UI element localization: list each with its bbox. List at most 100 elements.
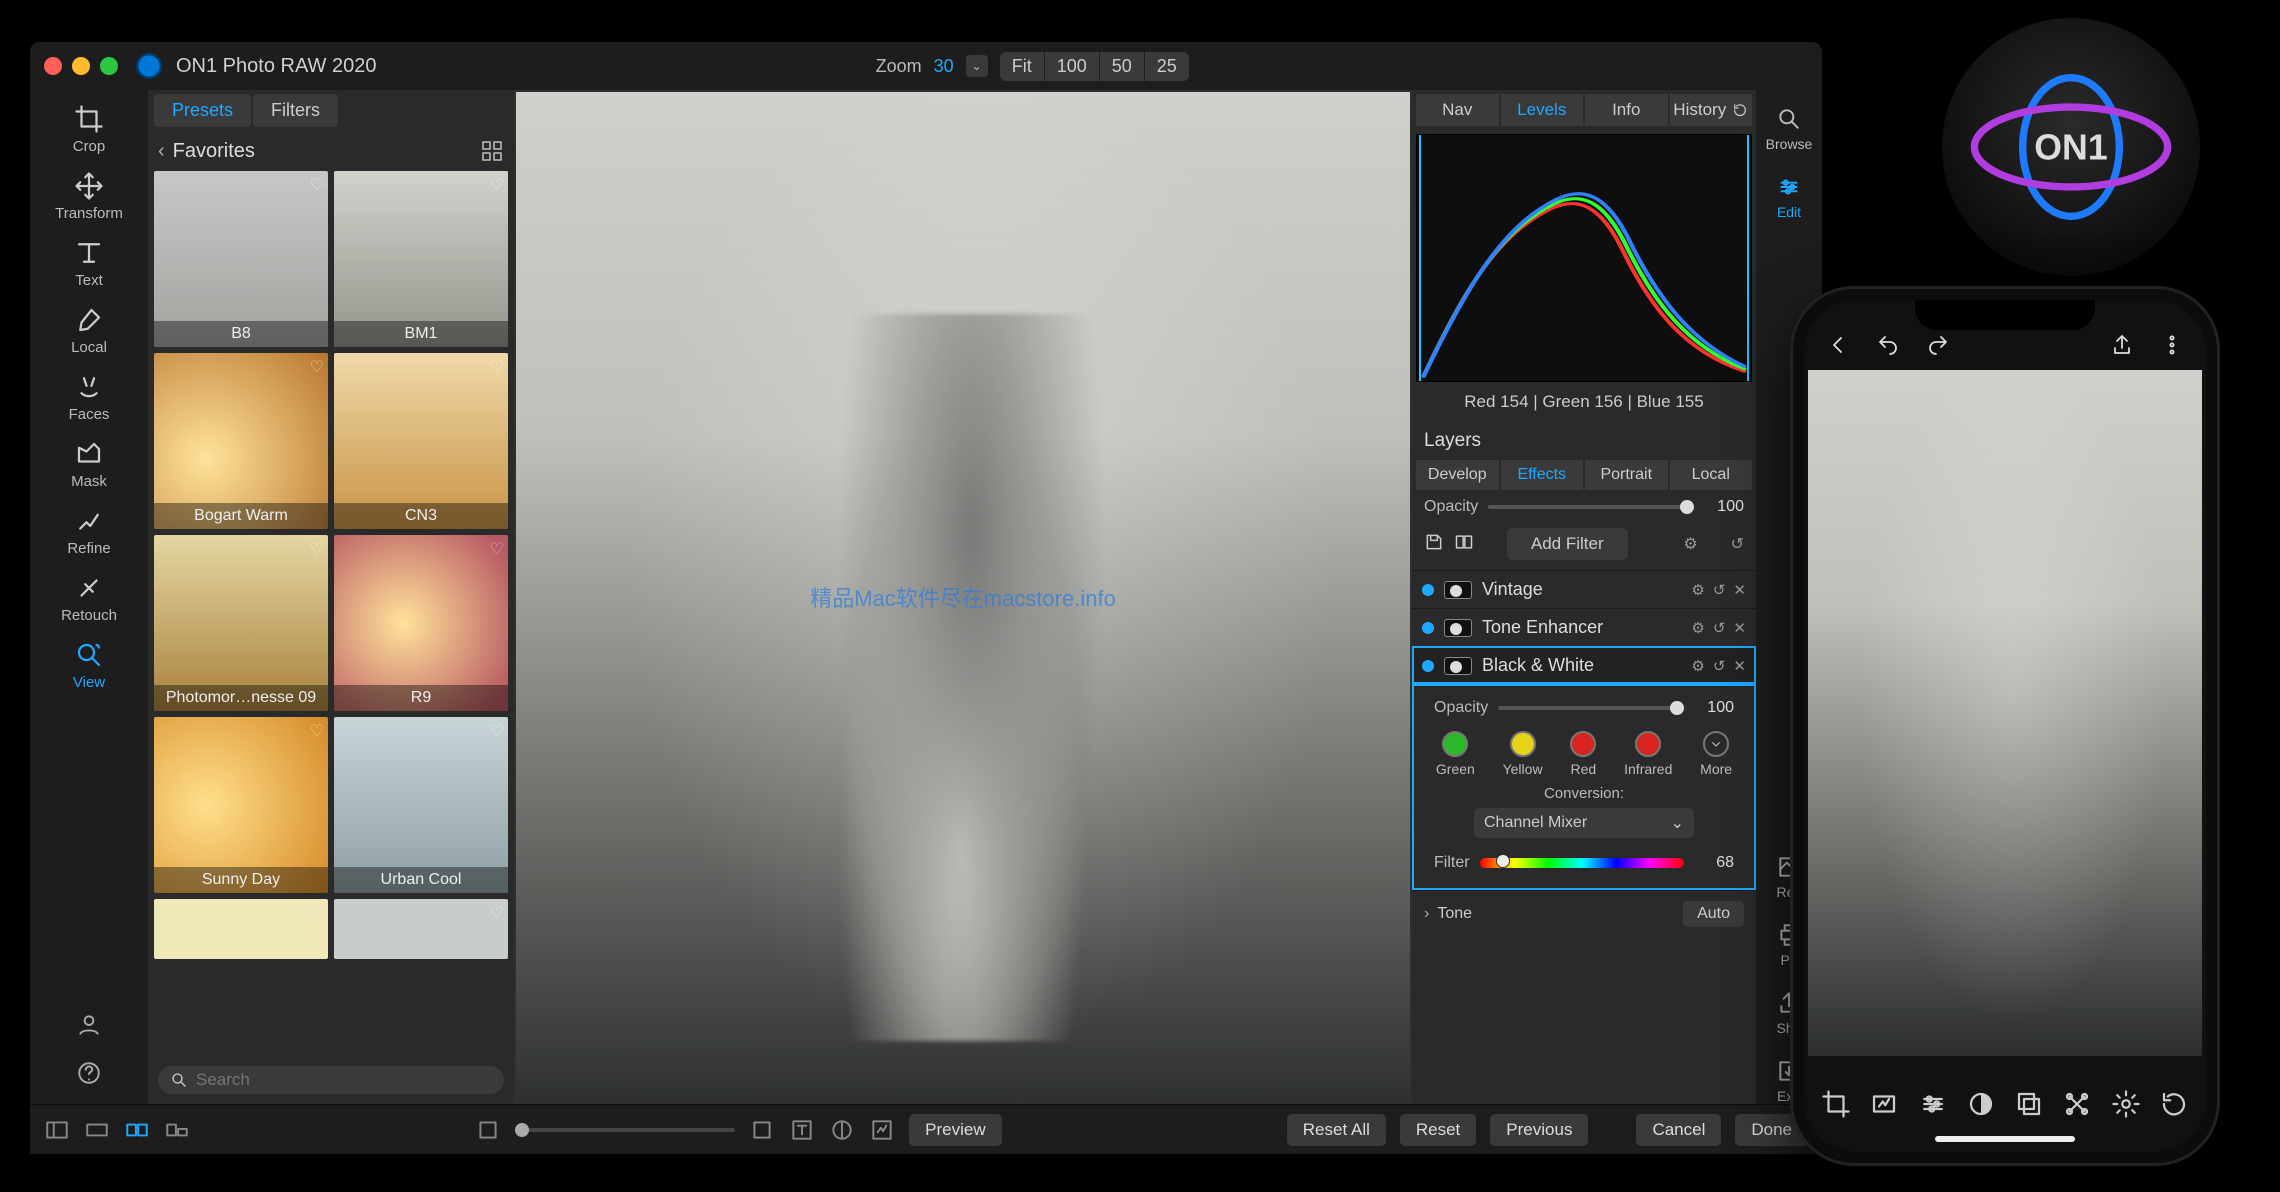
tab-develop[interactable]: Develop [1416,460,1499,490]
tone-auto-button[interactable]: Auto [1683,901,1744,927]
cancel-button[interactable]: Cancel [1636,1114,1721,1146]
heart-icon[interactable]: ♡ [310,539,324,559]
zoom-scrubber[interactable] [515,1128,735,1132]
compare-view-icon[interactable] [164,1120,190,1140]
gear-icon[interactable]: ⚙ [1683,534,1697,554]
tool-transform[interactable]: Transform [49,171,129,222]
heart-icon[interactable]: ♡ [490,903,504,923]
reset-all-button[interactable]: Reset All [1287,1114,1386,1146]
search-box[interactable] [158,1066,504,1094]
bw-yellow[interactable]: Yellow [1503,731,1543,777]
share-icon[interactable] [2110,333,2134,362]
preset-swatch-b[interactable]: ♡ [334,899,508,959]
tool-faces[interactable]: Faces [49,372,129,423]
search-input[interactable] [196,1070,492,1090]
tab-effects[interactable]: Effects [1501,460,1584,490]
zoom-fit[interactable]: Fit [1000,52,1044,81]
heart-icon[interactable]: ♡ [310,175,324,195]
zoom-50[interactable]: 50 [1100,52,1144,81]
preset-bogart-warm[interactable]: ♡Bogart Warm [154,353,328,529]
square-icon[interactable] [749,1120,775,1140]
soft-proof-icon[interactable] [869,1120,895,1140]
fit-icon[interactable] [475,1120,501,1140]
opacity-slider[interactable] [1488,505,1694,509]
close-icon[interactable] [44,57,62,75]
undo-icon[interactable] [1876,333,1900,362]
zoom-dropdown[interactable]: ⌄ [966,55,988,77]
mode-browse[interactable]: Browse [1766,106,1813,152]
gear-icon[interactable] [2111,1089,2141,1119]
auto-icon[interactable] [1869,1089,1899,1119]
mask-thumb-icon[interactable] [1444,619,1472,637]
tab-levels[interactable]: Levels [1501,94,1584,126]
reset-icon[interactable]: ↺ [1713,619,1726,637]
contrast-icon[interactable] [1966,1089,1996,1119]
preset-bm1[interactable]: ♡BM1 [334,171,508,347]
preset-cn3[interactable]: ♡CN3 [334,353,508,529]
close-icon[interactable]: ✕ [1733,581,1746,599]
tool-refine[interactable]: Refine [49,506,129,557]
home-indicator[interactable] [1935,1136,2075,1142]
revert-icon[interactable] [2159,1089,2189,1119]
crop-icon[interactable] [1821,1089,1851,1119]
conversion-dropdown[interactable]: Channel Mixer⌄ [1474,808,1694,838]
bw-green[interactable]: Green [1436,731,1475,777]
bw-red[interactable]: Red [1570,731,1596,777]
preview-button[interactable]: Preview [909,1114,1001,1146]
close-icon[interactable]: ✕ [1733,619,1746,637]
gear-icon[interactable]: ⚙ [1691,619,1704,637]
filter-vintage[interactable]: Vintage ⚙↺✕ [1412,570,1756,608]
tool-retouch[interactable]: Retouch [49,573,129,624]
redo-icon[interactable] [1926,333,1950,362]
reset-icon[interactable]: ↺ [1731,534,1744,554]
panel-left-icon[interactable] [44,1120,70,1140]
enable-dot-icon[interactable] [1422,660,1434,672]
heart-icon[interactable]: ♡ [490,721,504,741]
sliders-icon[interactable] [1918,1089,1948,1119]
heart-icon[interactable]: ♡ [310,903,324,923]
zoom-25[interactable]: 25 [1145,52,1189,81]
bw-more[interactable]: More [1700,731,1732,777]
tool-mask[interactable]: Mask [49,439,129,490]
ai-icon[interactable] [2062,1089,2092,1119]
type-icon[interactable] [789,1120,815,1140]
phone-image[interactable] [1808,370,2202,1056]
help-icon[interactable] [76,1060,102,1086]
back-icon[interactable]: ‹ [158,140,165,163]
enable-dot-icon[interactable] [1422,622,1434,634]
preset-b8[interactable]: ♡B8 [154,171,328,347]
tone-section[interactable]: › Tone Auto [1412,890,1756,937]
tab-nav[interactable]: Nav [1416,94,1499,126]
add-filter-button[interactable]: Add Filter [1507,528,1628,560]
tool-local[interactable]: Local [49,305,129,356]
heart-icon[interactable]: ♡ [310,721,324,741]
heart-icon[interactable]: ♡ [490,175,504,195]
tab-local[interactable]: Local [1670,460,1753,490]
tab-history[interactable]: History [1670,94,1753,126]
back-icon[interactable] [1826,333,1850,362]
compare-icon[interactable] [1454,532,1474,557]
user-icon[interactable] [76,1012,102,1038]
minimize-icon[interactable] [72,57,90,75]
zoom-100[interactable]: 100 [1045,52,1099,81]
tool-crop[interactable]: Crop [49,104,129,155]
hue-slider[interactable] [1480,858,1684,868]
tool-text[interactable]: Text [49,238,129,289]
preset-swatch-a[interactable]: ♡ [154,899,328,959]
preset-r9[interactable]: ♡R9 [334,535,508,711]
maximize-icon[interactable] [100,57,118,75]
contrast-icon[interactable] [829,1120,855,1140]
heart-icon[interactable]: ♡ [490,357,504,377]
close-icon[interactable]: ✕ [1733,657,1746,675]
reset-icon[interactable]: ↺ [1713,657,1726,675]
mode-edit[interactable]: Edit [1776,174,1802,220]
preset-urban-cool[interactable]: ♡Urban Cool [334,717,508,893]
canvas[interactable]: 精品Mac软件尽在macstore.info [514,90,1412,1104]
filter-black-white[interactable]: Black & White ⚙↺✕ [1412,646,1756,684]
reset-button[interactable]: Reset [1400,1114,1476,1146]
heart-icon[interactable]: ♡ [490,539,504,559]
previous-button[interactable]: Previous [1490,1114,1588,1146]
filmstrip-icon[interactable] [84,1120,110,1140]
gear-icon[interactable]: ⚙ [1691,657,1704,675]
mask-thumb-icon[interactable] [1444,581,1472,599]
